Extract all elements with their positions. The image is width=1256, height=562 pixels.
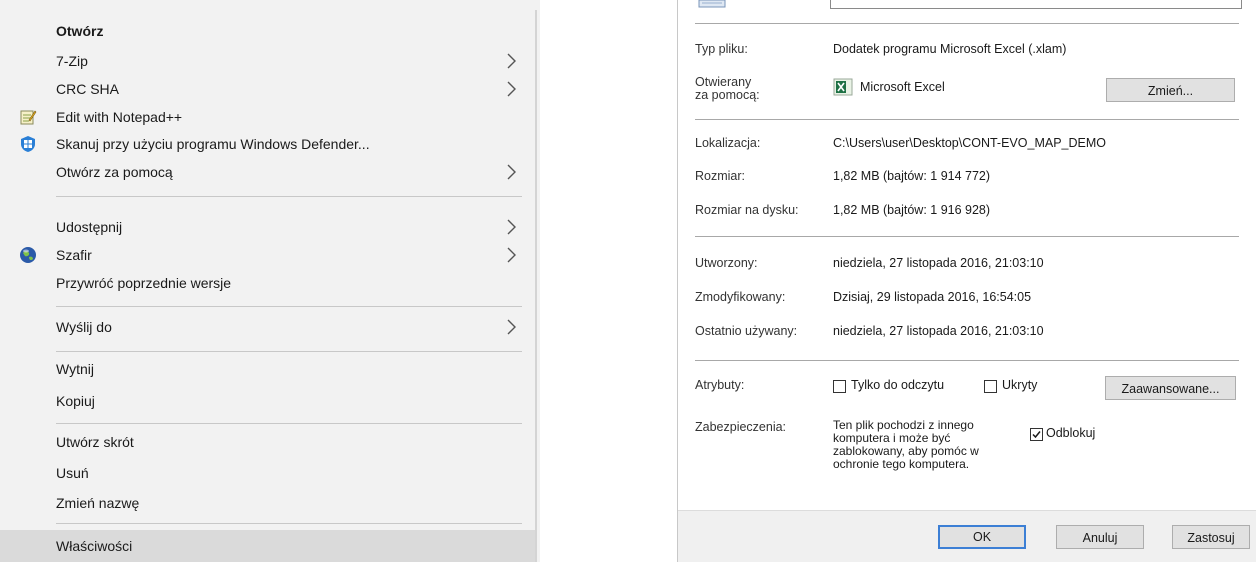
menu-item-label: Wyślij do <box>56 319 112 335</box>
notepad-plus-icon <box>20 110 37 125</box>
file-type-label: Typ pliku: <box>695 42 748 56</box>
hidden-checkbox[interactable] <box>984 380 997 393</box>
menu-item-label: Zmień nazwę <box>56 495 140 511</box>
menu-item-open-with[interactable]: Otwórz za pomocą <box>0 159 535 185</box>
menu-item-properties[interactable]: Właściwości <box>0 530 535 562</box>
szafir-globe-icon <box>20 247 36 263</box>
section-separator <box>695 23 1239 24</box>
menu-item-label: Skanuj przy użyciu programu Windows Defe… <box>56 136 370 152</box>
size-value: 1,82 MB (bajtów: 1 914 772) <box>833 169 991 183</box>
checkmark-icon <box>1032 431 1041 439</box>
chevron-right-icon <box>507 319 516 335</box>
menu-item-label: 7-Zip <box>56 53 88 69</box>
menu-item-copy[interactable]: Kopiuj <box>0 388 535 414</box>
menu-item-label: Kopiuj <box>56 393 95 409</box>
cancel-button[interactable]: Anuluj <box>1056 525 1144 549</box>
readonly-label: Tylko do odczytu <box>851 378 945 392</box>
accessed-value: niedziela, 27 listopada 2016, 21:03:10 <box>833 324 1044 338</box>
menu-item-label: Usuń <box>56 465 89 481</box>
menu-separator <box>56 196 522 197</box>
created-label: Utworzony: <box>695 256 758 270</box>
menu-item-create-shortcut[interactable]: Utwórz skrót <box>0 429 535 455</box>
accessed-label: Ostatnio używany: <box>695 324 798 338</box>
section-separator <box>695 236 1239 237</box>
section-separator <box>695 119 1239 120</box>
menu-item-7zip[interactable]: 7-Zip <box>0 48 535 74</box>
size-label: Rozmiar: <box>695 169 746 183</box>
opens-with-value: Microsoft Excel <box>860 80 945 94</box>
menu-border <box>535 10 537 562</box>
menu-separator <box>56 423 522 424</box>
menu-item-label: Wytnij <box>56 361 94 377</box>
chevron-right-icon <box>507 81 516 97</box>
unblock-label: Odblokuj <box>1046 426 1096 440</box>
modified-label: Zmodyfikowany: <box>695 290 786 304</box>
location-label: Lokalizacja: <box>695 136 761 150</box>
windows-defender-icon <box>21 136 35 152</box>
menu-item-label: Przywróć poprzednie wersje <box>56 275 232 291</box>
menu-item-crc-sha[interactable]: CRC SHA <box>0 76 535 102</box>
opens-with-label-2: za pomocą: <box>695 88 760 102</box>
menu-item-open[interactable]: Otwórz <box>0 18 535 44</box>
filename-input[interactable] <box>830 0 1242 9</box>
location-value: C:\Users\user\Desktop\CONT-EVO_MAP_DEMO <box>833 136 1106 150</box>
size-on-disk-label: Rozmiar na dysku: <box>695 203 799 217</box>
menu-item-label: Udostępnij <box>56 219 123 235</box>
menu-separator <box>56 306 522 307</box>
chevron-right-icon <box>507 53 516 69</box>
attributes-label: Atrybuty: <box>695 378 745 392</box>
menu-item-scan-defender[interactable]: Skanuj przy użyciu programu Windows Defe… <box>0 131 535 157</box>
size-on-disk-value: 1,82 MB (bajtów: 1 916 928) <box>833 203 991 217</box>
apply-button[interactable]: Zastosuj <box>1172 525 1250 549</box>
modified-value: Dzisiaj, 29 listopada 2016, 16:54:05 <box>833 290 1032 304</box>
menu-item-delete[interactable]: Usuń <box>0 460 535 486</box>
hidden-label: Ukryty <box>1002 378 1038 392</box>
readonly-checkbox[interactable] <box>833 380 846 393</box>
menu-item-label: Utwórz skrót <box>56 434 134 450</box>
menu-item-share[interactable]: Udostępnij <box>0 214 535 240</box>
menu-separator <box>56 523 522 524</box>
chevron-right-icon <box>507 219 516 235</box>
properties-dialog: Typ pliku: Dodatek programu Microsoft Ex… <box>677 0 1256 562</box>
menu-item-label: Otwórz <box>56 23 104 39</box>
menu-separator <box>56 351 522 352</box>
menu-item-szafir[interactable]: Szafir <box>0 242 535 268</box>
context-menu: Otwórz 7-Zip CRC SHA Edit with Notepad++… <box>0 0 540 562</box>
ok-button[interactable]: OK <box>938 525 1026 549</box>
security-text-line: ochronie tego komputera. <box>833 457 970 471</box>
advanced-button[interactable]: Zaawansowane... <box>1105 376 1236 400</box>
dialog-general-tab: Typ pliku: Dodatek programu Microsoft Ex… <box>678 0 1256 511</box>
section-separator <box>695 360 1239 361</box>
menu-item-rename[interactable]: Zmień nazwę <box>0 490 535 516</box>
created-value: niedziela, 27 listopada 2016, 21:03:10 <box>833 256 1044 270</box>
menu-item-label: Otwórz za pomocą <box>56 164 173 180</box>
chevron-right-icon <box>507 164 516 180</box>
menu-item-edit-notepad[interactable]: Edit with Notepad++ <box>0 104 535 130</box>
menu-item-send-to[interactable]: Wyślij do <box>0 314 535 340</box>
menu-item-label: Edit with Notepad++ <box>56 109 183 125</box>
chevron-right-icon <box>507 247 516 263</box>
menu-item-cut[interactable]: Wytnij <box>0 356 535 382</box>
menu-item-label: Szafir <box>56 247 92 263</box>
excel-icon <box>833 78 853 96</box>
security-label: Zabezpieczenia: <box>695 420 787 434</box>
change-button[interactable]: Zmień... <box>1106 78 1235 102</box>
menu-item-restore-versions[interactable]: Przywróć poprzednie wersje <box>0 270 535 296</box>
unblock-checkbox[interactable] <box>1030 428 1043 441</box>
file-type-value: Dodatek programu Microsoft Excel (.xlam) <box>833 42 1067 56</box>
menu-item-label: CRC SHA <box>56 81 120 97</box>
file-type-icon <box>698 0 726 8</box>
menu-item-label: Właściwości <box>56 538 133 554</box>
